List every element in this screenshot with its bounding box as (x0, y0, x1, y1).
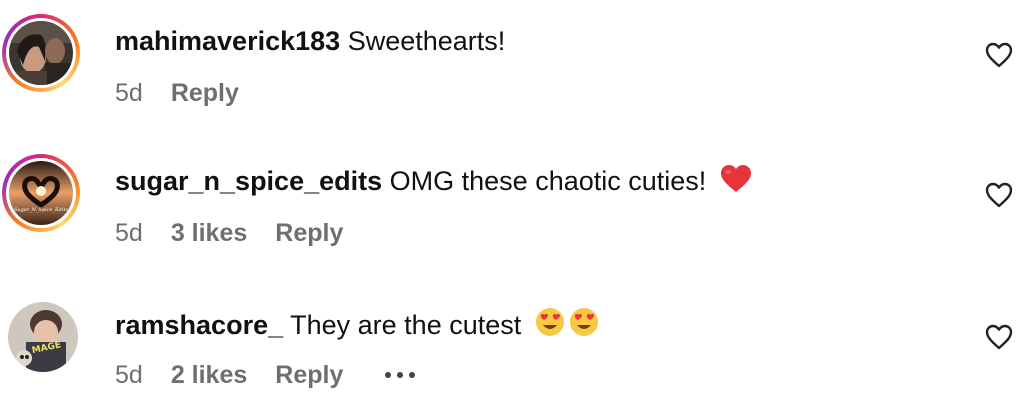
more-options-icon[interactable] (385, 372, 416, 378)
likes-count[interactable]: 3 likes (171, 218, 247, 248)
heart-outline-icon[interactable] (985, 324, 1013, 350)
story-ring[interactable]: Sugar_N_Spice_Edits (2, 154, 80, 232)
comment-time: 5d (115, 219, 143, 247)
comment-meta: 5d Reply (115, 78, 239, 108)
comment-username[interactable]: ramshacore_ (115, 310, 283, 340)
comment-time: 5d (115, 79, 143, 107)
comments-list: mahimaverick183 Sweethearts! 5d Reply Su… (0, 0, 1024, 411)
comment-item: mahimaverick183 Sweethearts! 5d Reply (0, 0, 1024, 130)
woman-portrait-avatar-icon (9, 21, 73, 85)
comment-line: ramshacore_ They are the cutest (115, 306, 601, 342)
comment-meta: 5d 2 likes Reply (115, 360, 416, 390)
avatar[interactable]: MAGE (8, 302, 78, 372)
comment-line: sugar_n_spice_edits OMG these chaotic cu… (115, 164, 752, 198)
heart-outline-icon[interactable] (985, 182, 1013, 208)
comment-item: Sugar_N_Spice_Edits sugar_n_spice_edits … (0, 140, 1024, 270)
illustrated-character-avatar-icon: MAGE (8, 302, 78, 372)
avatar[interactable]: Sugar_N_Spice_Edits (9, 161, 73, 225)
reply-button[interactable]: Reply (275, 360, 343, 390)
heart-outline-icon[interactable] (985, 42, 1013, 68)
heart-hands-sunset-avatar-icon (9, 161, 73, 225)
comment-username[interactable]: sugar_n_spice_edits (115, 166, 382, 196)
comment-meta: 5d 3 likes Reply (115, 218, 343, 248)
story-ring[interactable] (2, 14, 80, 92)
reply-button[interactable]: Reply (171, 78, 239, 108)
comment-time: 5d (115, 361, 143, 389)
comment-text: OMG these chaotic cuties! (389, 166, 707, 196)
comment-username[interactable]: mahimaverick183 (115, 26, 340, 56)
avatar-caption: Sugar_N_Spice_Edits (13, 207, 69, 213)
comment-line: mahimaverick183 Sweethearts! (115, 24, 505, 58)
reply-button[interactable]: Reply (275, 218, 343, 248)
comment-text: They are the cutest (290, 310, 522, 340)
avatar[interactable] (9, 21, 73, 85)
likes-count[interactable]: 2 likes (171, 360, 247, 390)
red-heart-emoji-icon (720, 165, 751, 192)
comment-item: MAGE ramshacore_ They are the cutest 5d … (0, 282, 1024, 412)
comment-text: Sweethearts! (347, 26, 506, 56)
heart-eyes-emoji-icon (535, 308, 598, 336)
